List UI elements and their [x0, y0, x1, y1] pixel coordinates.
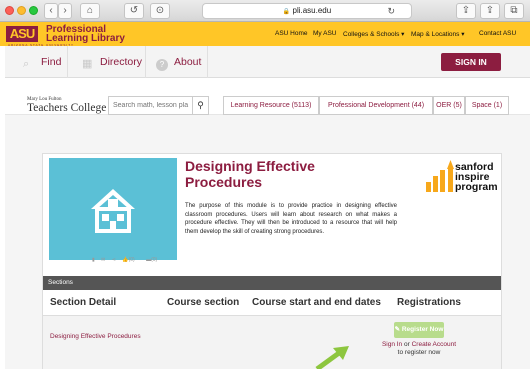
extension-icon[interactable]: ⊙ [150, 3, 170, 19]
filter-space[interactable]: Space (1) [465, 96, 509, 115]
home-icon[interactable]: ⌂ [80, 3, 100, 19]
map-locations-menu[interactable]: Map & Locations ▾ [411, 30, 465, 38]
asu-logo[interactable]: ASU [6, 26, 38, 42]
lock-icon: 🔒 [282, 9, 291, 15]
like-icon[interactable]: 👍(0) [122, 257, 139, 263]
col-course-dates: Course start and end dates [252, 297, 381, 308]
nav-directory[interactable]: ▦ Directory [68, 46, 146, 78]
nav-about[interactable]: ? About [146, 46, 208, 78]
register-now-button[interactable]: ✎ Register Now [394, 322, 444, 338]
browser-toolbar: ‹ › ⌂ ↺ ⊙ 🔒 pli.asu.edu ↻ ⇪ ⇪ ⧉ [0, 0, 530, 22]
colleges-schools-menu[interactable]: Colleges & Schools ▾ [343, 30, 404, 38]
schoolhouse-icon [91, 189, 135, 233]
comment-count: (0) [151, 257, 158, 263]
college-bar: Mary Lou Fulton Teachers College ⚲ Learn… [5, 78, 530, 115]
library-title-line2: Learning Library [46, 33, 125, 44]
address-bar[interactable]: 🔒 pli.asu.edu ↻ [202, 3, 412, 19]
forward-icon[interactable]: › [58, 3, 72, 19]
like-count: (0) [128, 257, 135, 263]
to-register-text: to register now [397, 349, 441, 356]
minimize-window-button[interactable] [17, 6, 26, 15]
search-input[interactable] [108, 96, 193, 115]
search-icon: ⌕ [23, 58, 30, 70]
sections-heading: Sections [43, 276, 501, 290]
col-course-section: Course section [167, 297, 240, 308]
col-registrations: Registrations [397, 297, 461, 308]
library-title[interactable]: Professional Learning Library [46, 25, 125, 44]
email-icon[interactable]: ✉ [101, 257, 105, 263]
create-account-link[interactable]: Create Account [412, 341, 456, 348]
sponsor-line3: program [455, 181, 498, 193]
table-row: Designing Effective Procedures ✎ Registe… [43, 316, 501, 369]
tabs-icon[interactable]: ⧉ [504, 3, 524, 19]
nav-about-label: About [174, 56, 202, 68]
asu-header: ASU Professional Learning Library ARIZON… [0, 22, 530, 47]
filter-learning-resource[interactable]: Learning Resource (5113) [223, 96, 319, 115]
arrow-pointer-icon [315, 346, 349, 369]
filter-oer[interactable]: OER (5) [433, 96, 465, 115]
reload-icon[interactable]: ↻ [387, 4, 395, 18]
module-title-line2: Procedures [185, 174, 263, 190]
module-description: The purpose of this module is to provide… [185, 203, 397, 236]
module-actions: ▮ ✉ ⋖ 👍(0) ▬(0) [92, 257, 167, 263]
asu-home-link[interactable]: ASU Home [275, 30, 308, 37]
module-title-line1: Designing Effective [185, 158, 315, 174]
share-alt-icon[interactable]: ⇪ [480, 3, 500, 19]
history-icon[interactable]: ↺ [124, 3, 144, 19]
sanford-logo-text: sanford inspire program [455, 162, 498, 193]
back-icon[interactable]: ‹ [44, 3, 58, 19]
sanford-logo-icon [426, 160, 454, 192]
search-icon: ⚲ [197, 100, 204, 110]
college-name[interactable]: Teachers College [27, 102, 106, 114]
close-window-button[interactable] [5, 6, 14, 15]
contact-asu-link[interactable]: Contact ASU [479, 30, 516, 37]
or-text: or [402, 341, 412, 348]
col-section-detail: Section Detail [50, 297, 117, 308]
zoom-window-button[interactable] [29, 6, 38, 15]
grid-icon: ▦ [82, 58, 93, 70]
share-icon[interactable]: ⋖ [112, 257, 116, 263]
main-nav: ⌕ Find ▦ Directory ? About SIGN IN [5, 46, 530, 78]
filter-professional-development[interactable]: Professional Development (44) [319, 96, 433, 115]
register-label: Register Now [401, 326, 444, 333]
nav-find-label: Find [41, 56, 62, 68]
sections-header-row: Section Detail Course section Course sta… [43, 290, 501, 316]
share-icon[interactable]: ⇪ [456, 3, 476, 19]
sign-in-link[interactable]: Sign In [382, 341, 402, 348]
pencil-icon: ✎ [394, 326, 402, 333]
sign-in-button[interactable]: SIGN IN [441, 53, 501, 71]
url-text: pli.asu.edu [292, 6, 332, 15]
module-title: Designing Effective Procedures [185, 158, 315, 190]
comment-icon[interactable]: ▬(0) [146, 257, 162, 263]
search-button[interactable]: ⚲ [193, 96, 209, 115]
nav-directory-label: Directory [100, 56, 143, 68]
section-detail-link[interactable]: Designing Effective Procedures [50, 333, 141, 340]
question-icon: ? [156, 59, 168, 71]
module-thumbnail [49, 158, 177, 260]
nav-find[interactable]: ⌕ Find [5, 46, 68, 78]
bookmark-icon[interactable]: ▮ [92, 257, 95, 263]
registration-prompt: Sign In or Create Account to register no… [379, 341, 459, 357]
my-asu-link[interactable]: My ASU [313, 30, 336, 37]
